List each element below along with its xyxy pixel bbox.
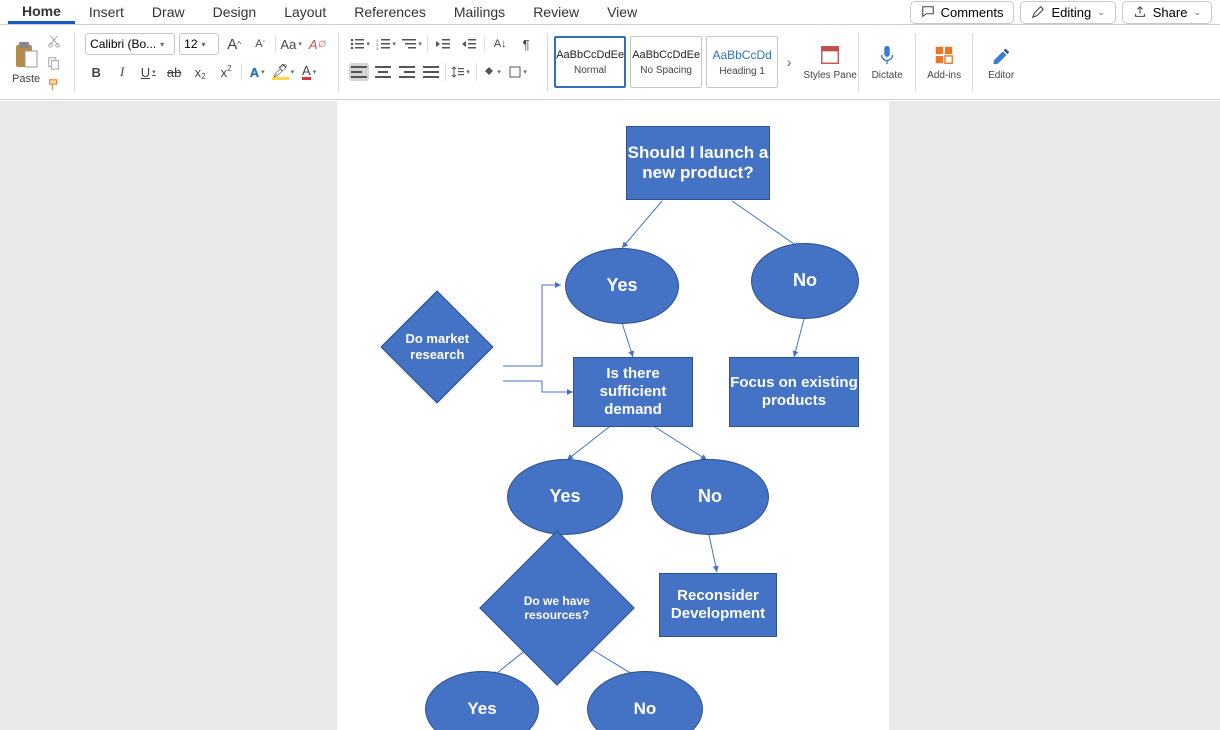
highlight-button[interactable]: 🖊 [272,61,294,83]
cut-icon[interactable] [46,33,62,49]
flow-yes-1[interactable]: Yes [565,248,679,324]
text-effects-button[interactable]: A [246,61,268,83]
show-marks-button[interactable]: ¶ [515,33,537,55]
multilevel-button[interactable] [401,33,423,55]
font-name-dropdown[interactable]: Calibri (Bo...▾ [85,33,175,55]
editor-icon [990,44,1012,66]
tab-references[interactable]: References [340,2,440,22]
styles-more-button[interactable]: › [782,54,796,70]
italic-button[interactable]: I [111,61,133,83]
flow-start[interactable]: Should I launch a new product? [626,126,770,200]
numbering-button[interactable]: 123 [375,33,397,55]
flow-no-2[interactable]: No [651,459,769,535]
underline-button[interactable]: U [137,61,159,83]
share-label: Share [1153,5,1188,20]
superscript-button[interactable]: x2 [215,61,237,83]
sort-button[interactable]: A↓ [489,33,511,55]
subscript-button[interactable]: x2 [189,61,211,83]
change-case-icon[interactable]: Aa [280,33,302,55]
align-justify-button[interactable] [421,63,441,81]
font-size-dropdown[interactable]: 12▾ [179,33,219,55]
ribbon-tabs: Home Insert Draw Design Layout Reference… [0,0,1220,24]
style-heading-1[interactable]: AaBbCcDd Heading 1 [706,36,778,88]
styles-pane-button[interactable]: Styles Pane [802,27,858,97]
grow-font-icon[interactable]: A^ [223,33,245,55]
dictate-button[interactable]: Dictate [859,27,915,97]
document-canvas[interactable]: Should I launch a new product? Yes No Do… [0,101,1220,730]
style-normal[interactable]: AaBbCcDdEe Normal [554,36,626,88]
format-painter-icon[interactable] [46,77,62,93]
borders-button[interactable] [507,61,529,83]
paste-label: Paste [12,73,40,85]
editing-label: Editing [1051,5,1091,20]
comments-button[interactable]: Comments [910,1,1015,24]
bullets-button[interactable] [349,33,371,55]
tab-design[interactable]: Design [199,2,271,22]
addins-icon [933,44,955,66]
align-right-button[interactable] [397,63,417,81]
tab-insert[interactable]: Insert [75,2,138,22]
strike-button[interactable]: ab [163,61,185,83]
flow-no-3[interactable]: No [587,671,703,730]
shrink-font-icon[interactable]: Aˇ [249,33,271,55]
pencil-icon [1031,5,1045,19]
editor-button[interactable]: Editor [973,27,1029,97]
align-center-button[interactable] [373,63,393,81]
flow-reconsider[interactable]: Reconsider Development [659,573,777,637]
copy-icon[interactable] [46,55,62,71]
tab-home[interactable]: Home [8,1,75,24]
indent-increase-button[interactable] [458,33,480,55]
share-icon [1133,5,1147,19]
mic-icon [876,44,898,66]
style-no-spacing[interactable]: AaBbCcDdEe No Spacing [630,36,702,88]
clear-format-icon[interactable]: A∅ [306,33,328,55]
indent-decrease-button[interactable] [432,33,454,55]
comment-icon [921,5,935,19]
tab-review[interactable]: Review [519,2,593,22]
comments-label: Comments [941,5,1004,20]
page[interactable]: Should I launch a new product? Yes No Do… [337,101,889,730]
shading-button[interactable] [481,61,503,83]
tab-view[interactable]: View [593,2,651,22]
flow-focus[interactable]: Focus on existing products [729,357,859,427]
flow-yes-2[interactable]: Yes [507,459,623,535]
tab-draw[interactable]: Draw [138,2,199,22]
chevron-down-icon: ⌄ [1193,7,1201,18]
tab-mailings[interactable]: Mailings [440,2,519,22]
paste-icon[interactable] [13,41,39,71]
share-button[interactable]: Share ⌄ [1122,1,1212,24]
flow-research[interactable]: Do market research [380,290,493,403]
flow-demand[interactable]: Is there sufficient demand [573,357,693,427]
bold-button[interactable]: B [85,61,107,83]
flow-no-1[interactable]: No [751,243,859,319]
font-color-button[interactable]: A [298,61,320,83]
align-left-button[interactable] [349,63,369,81]
tab-layout[interactable]: Layout [270,2,340,22]
line-spacing-button[interactable] [450,61,472,83]
addins-button[interactable]: Add-ins [916,27,972,97]
editing-button[interactable]: Editing ⌄ [1020,1,1115,24]
flow-resources[interactable]: Do we have resources? [479,530,635,686]
flow-yes-3[interactable]: Yes [425,671,539,730]
svg-text:3: 3 [376,46,379,50]
ribbon: Paste Calibri (Bo...▾ 12▾ A^ Aˇ Aa A∅ B … [0,24,1220,100]
chevron-down-icon: ⌄ [1097,7,1105,18]
styles-pane-icon [819,44,841,66]
